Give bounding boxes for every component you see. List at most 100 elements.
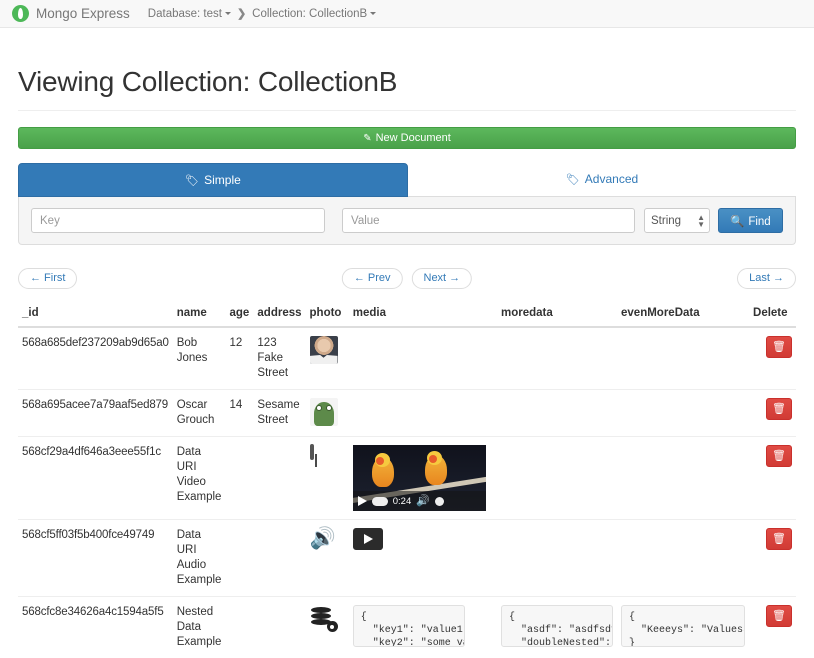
- oscar-grouch-photo: [310, 398, 338, 426]
- cell-name: Oscar Grouch: [173, 390, 226, 437]
- cell-name: Data URI Audio Example: [173, 520, 226, 597]
- delete-row-button[interactable]: 🗑: [766, 445, 792, 467]
- breadcrumb-database[interactable]: Database: test: [148, 8, 231, 20]
- top-navbar: Mongo Express Database: test ❯ Collectio…: [0, 0, 814, 28]
- pagination-next-button[interactable]: Next →: [412, 268, 473, 289]
- cell-address: [253, 437, 305, 520]
- delete-row-button[interactable]: 🗑: [766, 398, 792, 420]
- breadcrumb: Database: test ❯ Collection: CollectionB: [148, 7, 376, 20]
- database-gear-icon: [310, 605, 338, 633]
- table-row: 568cfc8e34626a4c1594a5f5 Nested Data Exa…: [18, 597, 796, 658]
- cell-age: [225, 520, 253, 597]
- cell-media: { "key1": "value1", "key2": "some value": [349, 597, 497, 658]
- color-bars-image: [310, 444, 314, 460]
- parrot-left: [372, 457, 394, 487]
- search-value-input[interactable]: [342, 208, 635, 233]
- chevron-down-icon: [225, 12, 231, 15]
- cell-address: Sesame Street: [253, 390, 305, 437]
- tab-simple[interactable]: 🏷Simple: [18, 163, 408, 197]
- delete-row-button[interactable]: 🗑: [766, 528, 792, 550]
- cell-photo: [306, 597, 349, 658]
- search-type-select[interactable]: String: [644, 208, 710, 233]
- cell-id[interactable]: 568cf5ff03f5b400fce49749: [18, 520, 173, 597]
- delete-row-button[interactable]: 🗑: [766, 336, 792, 358]
- cell-photo: [306, 437, 349, 520]
- parrot-right: [425, 455, 447, 485]
- cell-media: [349, 327, 497, 390]
- fullscreen-handle[interactable]: [435, 497, 444, 506]
- column-header-moredata[interactable]: moredata: [497, 307, 617, 327]
- volume-icon[interactable]: 🔊: [416, 494, 430, 509]
- play-icon[interactable]: [358, 496, 367, 506]
- cell-media: 0:24 🔊: [349, 437, 497, 520]
- cell-name: Data URI Video Example: [173, 437, 226, 520]
- column-header-address[interactable]: address: [253, 307, 305, 327]
- play-button-icon[interactable]: [353, 528, 383, 550]
- documents-table: _id name age address photo media moredat…: [18, 307, 796, 658]
- column-header-delete: Delete: [749, 307, 796, 327]
- new-document-button[interactable]: ✎New Document: [18, 127, 796, 149]
- cell-delete: 🗑: [749, 390, 796, 437]
- pagination-center-group: ← Prev Next →: [342, 268, 472, 289]
- mongo-leaf-icon: [12, 5, 29, 22]
- cell-id[interactable]: 568a695acee7a79aaf5ed879: [18, 390, 173, 437]
- video-controls: 0:24 🔊: [353, 491, 486, 511]
- cell-age: 14: [225, 390, 253, 437]
- pagination-first-button[interactable]: ← First: [18, 268, 77, 289]
- pagination-prev-button[interactable]: ← Prev: [342, 268, 403, 289]
- cell-name: Nested Data Example: [173, 597, 226, 658]
- title-divider: [18, 110, 796, 111]
- query-tabs: 🏷Simple 🏷 Advanced: [18, 163, 796, 197]
- search-type-select-wrap: String ▲▼: [644, 208, 710, 233]
- column-header-id[interactable]: _id: [18, 307, 173, 327]
- tab-advanced[interactable]: 🏷 Advanced: [408, 163, 796, 196]
- speaker-icon: 🔊: [310, 527, 336, 550]
- tab-advanced-label: Advanced: [585, 172, 638, 186]
- cell-media: [349, 390, 497, 437]
- column-header-age[interactable]: age: [225, 307, 253, 327]
- table-head: _id name age address photo media moredat…: [18, 307, 796, 327]
- find-button[interactable]: 🔍Find: [718, 208, 783, 233]
- column-header-name[interactable]: name: [173, 307, 226, 327]
- cell-moredata: [497, 520, 617, 597]
- cell-address: 123 Fake Street: [253, 327, 305, 390]
- cell-evenmoredata: [617, 327, 749, 390]
- main-container: Viewing Collection: CollectionB ✎New Doc…: [0, 66, 814, 658]
- search-key-input[interactable]: [31, 208, 325, 233]
- cell-moredata: { "asdf": "asdfsdf", "doubleNested": {: [497, 597, 617, 658]
- delete-row-button[interactable]: 🗑: [766, 605, 792, 627]
- table-header-row: _id name age address photo media moredat…: [18, 307, 796, 327]
- cell-id[interactable]: 568a685def237209ab9d65a0: [18, 327, 173, 390]
- cell-moredata: [497, 327, 617, 390]
- tag-icon: 🏷: [185, 175, 199, 187]
- cell-id[interactable]: 568cf29a4df646a3eee55f1c: [18, 437, 173, 520]
- cell-evenmoredata: [617, 390, 749, 437]
- pagination-last-button[interactable]: Last →: [737, 268, 796, 289]
- cell-photo: [306, 327, 349, 390]
- find-label: Find: [748, 216, 770, 228]
- tags-icon: 🏷: [566, 174, 580, 186]
- column-header-photo[interactable]: photo: [306, 307, 349, 327]
- cell-delete: 🗑: [749, 437, 796, 520]
- cell-age: [225, 597, 253, 658]
- breadcrumb-collection[interactable]: Collection: CollectionB: [252, 8, 376, 20]
- json-preview-media[interactable]: { "key1": "value1", "key2": "some value": [353, 605, 465, 647]
- progress-handle[interactable]: [372, 497, 388, 506]
- json-preview-moredata[interactable]: { "asdf": "asdfsdf", "doubleNested": {: [501, 605, 613, 647]
- json-preview-evenmoredata[interactable]: { "Keeeys": "Valuessss" }: [621, 605, 745, 647]
- cell-id[interactable]: 568cfc8e34626a4c1594a5f5: [18, 597, 173, 658]
- table-row: 568cf29a4df646a3eee55f1c Data URI Video …: [18, 437, 796, 520]
- cell-age: 12: [225, 327, 253, 390]
- brand-name[interactable]: Mongo Express: [36, 6, 130, 21]
- column-header-media[interactable]: media: [349, 307, 497, 327]
- search-panel: String ▲▼ 🔍Find: [18, 197, 796, 245]
- page-title: Viewing Collection: CollectionB: [18, 66, 796, 98]
- table-row: 568cf5ff03f5b400fce49749 Data URI Audio …: [18, 520, 796, 597]
- breadcrumb-collection-label: Collection: CollectionB: [252, 8, 367, 20]
- table-row: 568a695acee7a79aaf5ed879 Oscar Grouch 14…: [18, 390, 796, 437]
- video-player[interactable]: 0:24 🔊: [353, 445, 486, 511]
- cell-evenmoredata: { "Keeeys": "Valuessss" }: [617, 597, 749, 658]
- new-document-label: New Document: [376, 132, 451, 144]
- column-header-evenmoredata[interactable]: evenMoreData: [617, 307, 749, 327]
- cell-media: [349, 520, 497, 597]
